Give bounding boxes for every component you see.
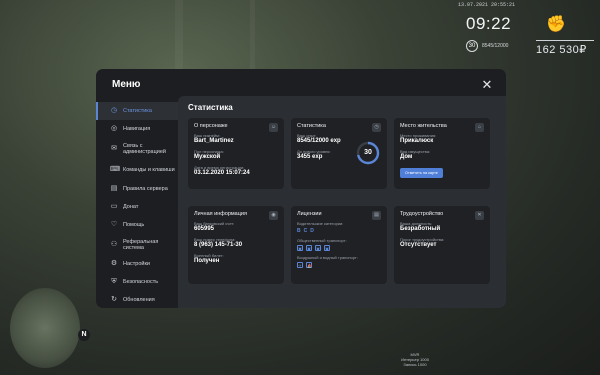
stats-card: Статистика ◷ Ваш опыт: 8545/12000 exp До… <box>291 118 387 189</box>
sidebar-item-referral[interactable]: ⚇ Реферальная система <box>96 234 178 255</box>
place-value: Прикалюск <box>400 138 434 144</box>
bus-icon: ▣ <box>297 245 303 251</box>
person-icon: ☺ <box>269 123 278 132</box>
tenure-value: Отсутствует <box>400 242 437 248</box>
category-c: C <box>303 228 308 234</box>
sidebar-item-statistics[interactable]: ◷ Статистика <box>96 102 178 120</box>
drive-label: Водительские категории: <box>297 221 344 226</box>
gear-icon: ⚙ <box>110 260 118 267</box>
level-progress-ring: 30 <box>356 141 380 165</box>
licenses-card: Лицензии ▤ Водительские категории: B C D… <box>291 206 387 284</box>
card-title: Лицензии <box>297 211 322 217</box>
plane-icon: ✈ <box>297 262 303 268</box>
hud-clock: 09:22 <box>466 14 512 33</box>
hud-money: 162 530₽ <box>536 44 587 56</box>
mark-on-map-button[interactable]: Отметить на карте <box>400 168 443 178</box>
house-icon: ⌂ <box>475 123 484 132</box>
job-card: Трудоустройство ✕ Ваша должность: Безраб… <box>394 206 490 284</box>
footer-info: MVR Интерьер 1000 Запись 1000 <box>395 352 435 367</box>
sidebar-item-navigation[interactable]: ◎ Навигация <box>96 120 178 138</box>
card-title: Статистика <box>297 123 326 129</box>
clock-icon: ◷ <box>110 107 118 114</box>
document-icon: ▤ <box>372 211 381 220</box>
background-tree <box>250 0 255 69</box>
sidebar-item-label: Правила сервера <box>123 186 168 192</box>
sidebar-item-label: Донат <box>123 204 139 210</box>
tools-icon: ✕ <box>475 211 484 220</box>
modal-title: Меню <box>112 79 141 90</box>
drive-categories: B C D <box>297 228 381 234</box>
boat-icon: ⛵ <box>306 262 312 268</box>
phone-value: 8 (963) 145-71-30 <box>194 242 243 248</box>
wallet-icon: ▭ <box>110 203 118 210</box>
compass-north-icon: N <box>78 329 90 341</box>
hud-divider <box>536 40 594 41</box>
id-icon: ◉ <box>269 211 278 220</box>
card-title: Трудоустройство <box>400 211 444 217</box>
sidebar-item-commands[interactable]: ⌨ Команды и клавиши <box>96 159 178 180</box>
sex-value: Мужской <box>194 154 221 160</box>
public-transport-icons: ▣ ▣ ▣ ▣ <box>297 245 381 251</box>
tram-icon: ▣ <box>306 245 312 251</box>
footer-line: Запись 1000 <box>403 362 427 367</box>
card-title: О персонаже <box>194 123 228 129</box>
fist-icon: ✊ <box>546 16 566 33</box>
keyboard-icon: ⌨ <box>110 165 121 173</box>
refresh-icon: ↻ <box>111 296 117 303</box>
nick-value: Bart_Martinez <box>194 138 234 144</box>
background-tree <box>175 0 183 69</box>
sidebar-item-label: Безопасность <box>123 279 159 285</box>
sidebar-item-updates[interactable]: ↻ Обновления <box>96 291 178 308</box>
military-value: Получен <box>194 258 220 264</box>
sidebar-item-label: Статистика <box>123 108 152 114</box>
residence-card: Место жительства ⌂ Место проживания: При… <box>394 118 490 189</box>
bank-value: 605995 <box>194 226 215 232</box>
page-title: Статистика <box>188 103 233 112</box>
property-type-value: Дом <box>400 154 413 160</box>
reg-value: 03.12.2020 15:07:24 <box>194 170 250 176</box>
personal-card: Личная информация ◉ Ваш банковский счет:… <box>188 206 284 284</box>
users-icon: ⚇ <box>110 240 118 248</box>
air-water-icons: ✈ ⛵ <box>297 262 381 268</box>
close-icon[interactable]: ✕ <box>480 78 494 92</box>
stats-panel: Статистика О персонаже ☺ Ваш никнейм: Ba… <box>178 96 506 308</box>
taxi-icon: ▣ <box>324 245 330 251</box>
book-icon: ▤ <box>110 185 118 192</box>
public-transport-label: Общественный транспорт: <box>297 238 347 243</box>
position-value: Безработный <box>400 226 441 232</box>
hud-date: 13.07.2021 20:55:21 <box>458 2 516 8</box>
hud-level-badge: 30 <box>466 40 478 52</box>
compass-icon: ◎ <box>110 125 118 132</box>
sidebar-item-label: Помощь <box>123 222 145 228</box>
sidebar-item-label: Связь с администрацией <box>123 142 166 155</box>
sidebar: ◷ Статистика ◎ Навигация ✉ Связь с админ… <box>96 102 178 308</box>
sidebar-item-security[interactable]: ⛨ Безопасность <box>96 273 178 291</box>
chat-icon: ✉ <box>111 144 117 152</box>
card-title: Личная информация <box>194 211 247 217</box>
sidebar-item-label: Команды и клавиши <box>123 166 175 173</box>
sidebar-item-settings[interactable]: ⚙ Настройки <box>96 255 178 273</box>
sidebar-item-rules[interactable]: ▤ Правила сервера <box>96 180 178 198</box>
about-card: О персонаже ☺ Ваш никнейм: Bart_Martinez… <box>188 118 284 189</box>
sidebar-item-label: Настройки <box>123 261 150 267</box>
menu-modal: Меню ✕ ◷ Статистика ◎ Навигация ✉ Связь … <box>96 69 506 308</box>
category-b: B <box>297 228 301 234</box>
card-title: Место жительства <box>400 123 447 129</box>
train-icon: ▣ <box>315 245 321 251</box>
minimap <box>10 288 80 368</box>
sidebar-item-donate[interactable]: ▭ Донат <box>96 198 178 216</box>
heart-icon: ♡ <box>110 221 118 228</box>
category-d: D <box>310 228 314 234</box>
air-water-label: Воздушный и водный транспорт: <box>297 255 358 260</box>
sidebar-item-admin-contact[interactable]: ✉ Связь с администрацией <box>96 138 178 159</box>
sidebar-item-label: Обновления <box>123 297 155 303</box>
clock-icon: ◷ <box>372 123 381 132</box>
hud-exp: 8545/12000 <box>482 43 509 49</box>
level-value: 30 <box>364 149 372 156</box>
sidebar-item-label: Реферальная система <box>123 238 159 251</box>
sidebar-item-label: Навигация <box>123 126 151 132</box>
shield-icon: ⛨ <box>111 278 117 285</box>
sidebar-item-help[interactable]: ♡ Помощь <box>96 216 178 234</box>
